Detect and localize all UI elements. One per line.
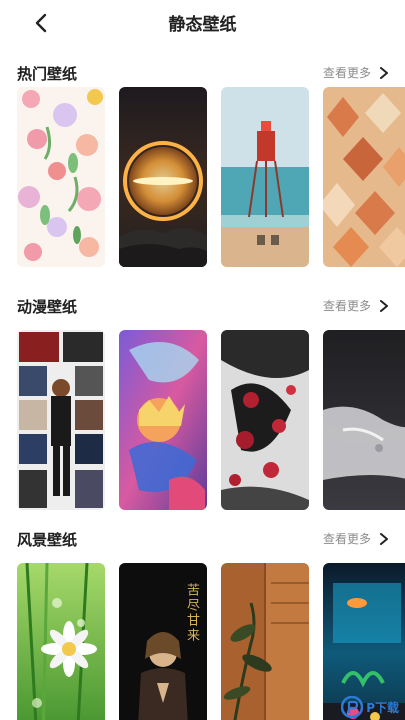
section-title: 动漫壁纸 [17,298,78,316]
wallpaper-thumb[interactable] [221,563,309,720]
back-button[interactable] [26,8,56,38]
watermark: P下载 [341,696,399,718]
section-hot: 热门壁纸 查看更多 [0,60,405,267]
beach-tower-image [221,87,309,267]
wallpaper-thumb[interactable] [17,87,105,267]
chevron-left-icon [35,13,47,33]
watermark-logo-icon [341,696,364,718]
see-more-label: 查看更多 [322,532,371,546]
chevron-right-icon [380,66,388,79]
section-scenery: 风景壁纸 查看更多 苦尽甘来 [0,526,405,720]
see-more-link[interactable]: 查看更多 [323,530,389,547]
poster-text: 苦尽甘来 [184,583,199,643]
floral-pattern-image [17,87,105,267]
autumn-leaves-image [323,87,405,267]
wallpaper-thumb[interactable]: 苦尽甘来 [119,563,207,720]
wallpaper-thumb[interactable] [323,87,405,267]
top-bar: 静态壁纸 [0,0,405,46]
anime-colorful-image [119,330,207,510]
anime-white-hair-image [323,330,405,510]
wallpaper-thumb[interactable] [17,330,105,510]
sunset-ring-image [119,87,207,267]
anime-red-black-image [221,330,309,510]
see-more-label: 查看更多 [322,66,371,80]
wallpaper-thumb[interactable] [323,330,405,510]
section-title: 热门壁纸 [17,65,78,83]
see-more-label: 查看更多 [322,299,371,313]
section-title: 风景壁纸 [17,531,78,549]
watermark-text: P下载 [366,700,399,715]
plant-shadow-image [221,563,309,720]
wallpaper-thumb[interactable] [221,87,309,267]
green-daisy-image [17,563,105,720]
wallpaper-thumb[interactable] [17,563,105,720]
chevron-right-icon [380,299,388,312]
see-more-link[interactable]: 查看更多 [323,297,389,314]
anime-collage-image [17,330,105,510]
chevron-right-icon [380,532,388,545]
wallpaper-thumb[interactable] [119,87,207,267]
page-title: 静态壁纸 [168,15,237,35]
see-more-link[interactable]: 查看更多 [323,64,389,81]
section-anime: 动漫壁纸 查看更多 [0,293,405,510]
wallpaper-thumb[interactable] [221,330,309,510]
wallpaper-thumb[interactable] [119,330,207,510]
